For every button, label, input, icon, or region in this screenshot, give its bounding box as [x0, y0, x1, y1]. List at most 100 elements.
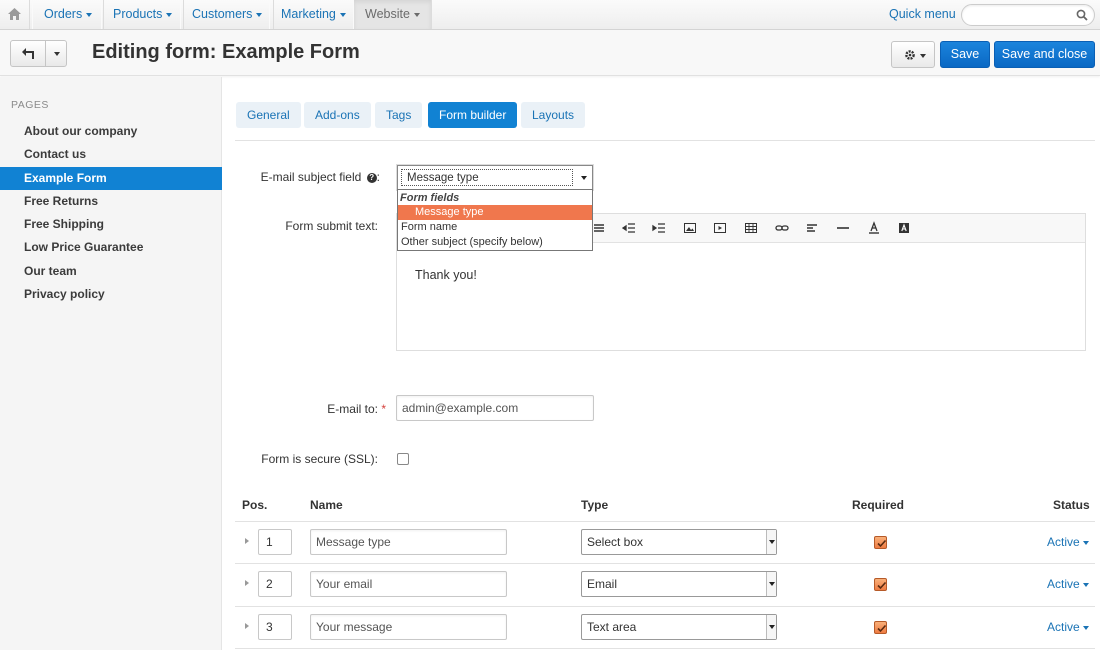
quick-menu-link[interactable]: Quick menu	[889, 0, 956, 29]
status-label: Active	[1047, 535, 1080, 549]
email-to-input[interactable]: admin@example.com	[396, 395, 594, 421]
chevron-down-icon	[413, 12, 420, 17]
editor-content[interactable]: Thank you!	[415, 268, 477, 282]
label-colon: :	[376, 170, 380, 184]
required-checkbox[interactable]	[874, 536, 887, 549]
table-icon[interactable]	[744, 221, 758, 235]
field-type-select[interactable]: Email	[581, 571, 777, 597]
dropdown-option-message-type[interactable]: Message type	[398, 205, 592, 220]
column-header-required: Required	[852, 498, 905, 512]
back-button[interactable]	[10, 40, 46, 67]
tab-general[interactable]: General	[236, 102, 301, 128]
nav-products[interactable]: Products	[101, 0, 185, 29]
settings-dropdown-button[interactable]	[891, 41, 935, 68]
field-type-value: Text area	[587, 620, 637, 634]
chevron-down-icon	[54, 52, 60, 56]
expand-row-icon[interactable]	[245, 580, 249, 586]
sidebar-item-free-returns[interactable]: Free Returns	[0, 190, 222, 213]
top-navigation: Orders Products Customers Marketing Webs…	[0, 0, 1100, 30]
nav-customers-label: Customers	[192, 7, 253, 21]
chevron-down-icon	[766, 530, 776, 554]
dropdown-option-other-subject[interactable]: Other subject (specify below)	[398, 235, 592, 250]
chevron-down-icon	[766, 615, 776, 639]
video-icon[interactable]	[713, 221, 727, 235]
column-header-pos: Pos.	[242, 498, 268, 512]
email-subject-select[interactable]: Message type	[397, 165, 593, 190]
save-button[interactable]: Save	[940, 41, 990, 68]
field-name-input[interactable]: Message type	[310, 529, 507, 555]
nav-orders[interactable]: Orders	[32, 0, 105, 29]
save-and-close-button[interactable]: Save and close	[994, 41, 1095, 68]
home-icon	[8, 8, 21, 20]
expand-row-icon[interactable]	[245, 623, 249, 629]
row-divider	[235, 563, 1095, 564]
align-left-icon[interactable]	[805, 221, 819, 235]
nav-marketing[interactable]: Marketing	[269, 0, 358, 29]
secure-ssl-checkbox[interactable]	[397, 453, 409, 465]
field-name-input[interactable]: Your message	[310, 614, 507, 640]
nav-marketing-label: Marketing	[281, 7, 336, 21]
email-subject-label: E-mail subject field ?:	[240, 170, 380, 184]
outdent-icon[interactable]	[622, 221, 636, 235]
chevron-down-icon	[256, 12, 263, 17]
back-dropdown-toggle[interactable]	[45, 40, 67, 67]
required-checkbox[interactable]	[874, 621, 887, 634]
image-icon[interactable]	[683, 221, 697, 235]
sidebar-item-our-team[interactable]: Our team	[0, 260, 222, 283]
home-button[interactable]	[0, 0, 30, 29]
sidebar-item-contact-us[interactable]: Contact us	[0, 143, 222, 166]
sidebar-item-about-our-company[interactable]: About our company	[0, 120, 222, 143]
nav-website[interactable]: Website	[353, 0, 432, 29]
status-dropdown[interactable]: Active	[1047, 577, 1089, 591]
required-checkbox[interactable]	[874, 578, 887, 591]
column-header-name: Name	[310, 498, 343, 512]
position-input[interactable]: 1	[258, 529, 292, 555]
tab-tags[interactable]: Tags	[375, 102, 423, 128]
field-type-select[interactable]: Text area	[581, 614, 777, 640]
field-type-value: Email	[587, 577, 618, 591]
email-subject-select-value: Message type	[401, 169, 573, 186]
table-divider	[235, 521, 1095, 522]
column-header-type: Type	[581, 498, 609, 512]
status-label: Active	[1047, 620, 1080, 634]
status-dropdown[interactable]: Active	[1047, 620, 1089, 634]
required-asterisk: *	[381, 402, 386, 416]
font-color-icon[interactable]	[867, 221, 881, 235]
search-input[interactable]	[961, 4, 1095, 26]
horizontal-rule-icon[interactable]	[836, 221, 850, 235]
align-justify-icon[interactable]	[592, 221, 606, 235]
checkmark-icon	[877, 539, 887, 548]
tab-add-ons[interactable]: Add-ons	[304, 102, 371, 128]
chevron-down-icon	[86, 12, 93, 17]
sidebar-item-example-form[interactable]: Example Form	[0, 167, 222, 190]
background-color-icon[interactable]	[897, 221, 911, 235]
tab-divider	[235, 140, 1095, 141]
dropdown-group-label: Form fields	[400, 192, 460, 204]
chevron-down-icon	[166, 12, 173, 17]
email-subject-label-text: E-mail subject field	[260, 170, 362, 184]
sidebar: PAGES About our company Contact us Examp…	[0, 77, 222, 650]
field-type-select[interactable]: Select box	[581, 529, 777, 555]
indent-icon[interactable]	[652, 221, 666, 235]
tab-layouts[interactable]: Layouts	[521, 102, 586, 128]
back-arrow-icon	[22, 48, 34, 59]
question-circle-icon[interactable]: ?	[366, 173, 377, 183]
status-dropdown[interactable]: Active	[1047, 535, 1089, 549]
chevron-down-icon	[339, 12, 346, 17]
nav-customers[interactable]: Customers	[180, 0, 275, 29]
position-input[interactable]: 2	[258, 571, 292, 597]
sidebar-item-low-price-guarantee[interactable]: Low Price Guarantee	[0, 236, 222, 259]
link-icon[interactable]	[775, 221, 789, 235]
checkmark-icon	[877, 581, 887, 590]
search-icon	[1076, 9, 1088, 21]
sidebar-item-free-shipping[interactable]: Free Shipping	[0, 213, 222, 236]
email-subject-dropdown-list: Form fields Message type Form name Other…	[397, 189, 593, 251]
status-label: Active	[1047, 577, 1080, 591]
field-name-input[interactable]: Your email	[310, 571, 507, 597]
sidebar-item-privacy-policy[interactable]: Privacy policy	[0, 283, 222, 306]
chevron-down-icon	[766, 572, 776, 596]
expand-row-icon[interactable]	[245, 538, 249, 544]
tab-form-builder[interactable]: Form builder	[428, 102, 518, 128]
position-input[interactable]: 3	[258, 614, 292, 640]
dropdown-option-form-name[interactable]: Form name	[398, 220, 592, 235]
